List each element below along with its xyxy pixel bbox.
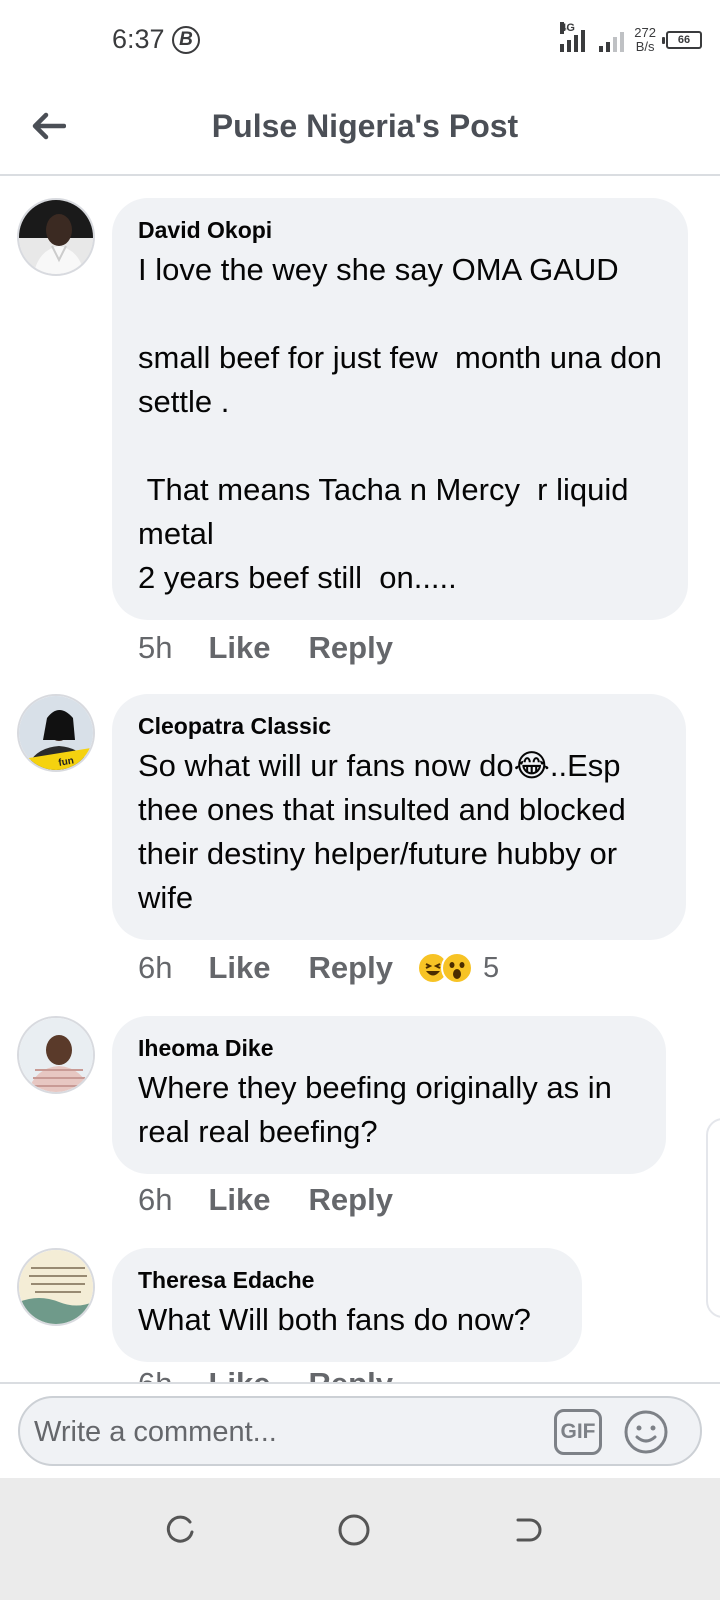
comment-text: What Will both fans do now?: [138, 1302, 531, 1337]
comment-text-part: So what will ur fans now do: [138, 748, 514, 783]
comment-composer: GIF: [0, 1382, 720, 1478]
battery-icon: 66: [662, 31, 702, 49]
b-circle-icon: B: [172, 26, 200, 54]
home-icon: [338, 1514, 370, 1546]
avatar[interactable]: fun: [17, 694, 95, 772]
reply-button[interactable]: Reply: [309, 1182, 393, 1218]
comment-list[interactable]: David Okopi I love the wey she say OMA G…: [0, 178, 720, 1410]
comment-bubble[interactable]: Cleopatra Classic So what will ur fans n…: [112, 694, 686, 940]
avatar[interactable]: [17, 1248, 95, 1326]
network-speed-unit: B/s: [635, 39, 655, 54]
comment-author[interactable]: Theresa Edache: [138, 1266, 556, 1294]
tears-of-joy-emoji: 😂: [513, 748, 550, 783]
comment-input[interactable]: [34, 1410, 534, 1454]
comment-text: I love the wey she say OMA GAUD small be…: [138, 252, 662, 595]
network-speed-value: 272: [634, 25, 656, 40]
signal-4g-icon: 4G: [560, 22, 586, 52]
avatar-photo: [19, 1250, 93, 1324]
comment-text: So what will ur fans now do😂..Esp thee o…: [138, 744, 660, 920]
post-header: Pulse Nigeria's Post: [0, 80, 720, 176]
comment-time[interactable]: 6h: [138, 1182, 172, 1218]
comment-author[interactable]: David Okopi: [138, 216, 662, 244]
avatar[interactable]: [17, 1016, 95, 1094]
reply-button[interactable]: Reply: [309, 630, 393, 666]
recent-apps-icon: [166, 1515, 194, 1543]
avatar-photo: [19, 1018, 93, 1092]
nav-back-button[interactable]: [504, 1508, 548, 1552]
page-title: Pulse Nigeria's Post: [211, 108, 519, 144]
gif-button[interactable]: GIF: [554, 1409, 602, 1455]
composer-box[interactable]: GIF: [18, 1396, 702, 1466]
like-button[interactable]: Like: [208, 950, 270, 986]
home-button[interactable]: [332, 1508, 376, 1552]
reaction-count: 5: [482, 951, 500, 984]
svg-text:fun: fun: [58, 755, 75, 769]
status-bar: 6:37 B 4G 272 B/s 66: [0, 0, 720, 80]
comment-time[interactable]: 6h: [138, 950, 172, 986]
comment-author[interactable]: Cleopatra Classic: [138, 712, 660, 740]
comment-actions: 5h Like Reply: [138, 630, 417, 666]
status-indicators: 4G 272 B/s 66: [560, 22, 702, 58]
avatar[interactable]: [17, 198, 95, 276]
comment-actions: 6h Like Reply: [138, 1182, 417, 1218]
comment-actions: 6h Like Reply 5: [138, 950, 499, 986]
network-speed: 272 B/s: [634, 26, 656, 54]
reply-button[interactable]: Reply: [309, 950, 393, 986]
like-button[interactable]: Like: [208, 630, 270, 666]
avatar-photo: fun: [19, 696, 93, 770]
comment-bubble[interactable]: Theresa Edache What Will both fans do no…: [112, 1248, 582, 1362]
avatar-photo: [19, 200, 93, 274]
comment-text: Where they beefing originally as in real…: [138, 1070, 621, 1149]
scroll-handle[interactable]: [706, 1118, 720, 1318]
comment-author[interactable]: Iheoma Dike: [138, 1034, 640, 1062]
status-time: 6:37: [112, 24, 165, 54]
network-type: 4G: [560, 22, 575, 34]
back-icon: [516, 1518, 542, 1542]
recent-apps-button[interactable]: [158, 1508, 202, 1552]
signal-secondary-icon: [599, 28, 625, 52]
smiley-icon[interactable]: [622, 1408, 670, 1456]
comment-bubble[interactable]: Iheoma Dike Where they beefing originall…: [112, 1016, 666, 1174]
surprised-face-icon: [440, 952, 473, 984]
comment-bubble[interactable]: David Okopi I love the wey she say OMA G…: [112, 198, 688, 620]
system-nav-bar: [0, 1478, 720, 1600]
comment-time[interactable]: 5h: [138, 630, 172, 666]
reactions-summary[interactable]: 5: [416, 951, 500, 985]
like-button[interactable]: Like: [208, 1182, 270, 1218]
